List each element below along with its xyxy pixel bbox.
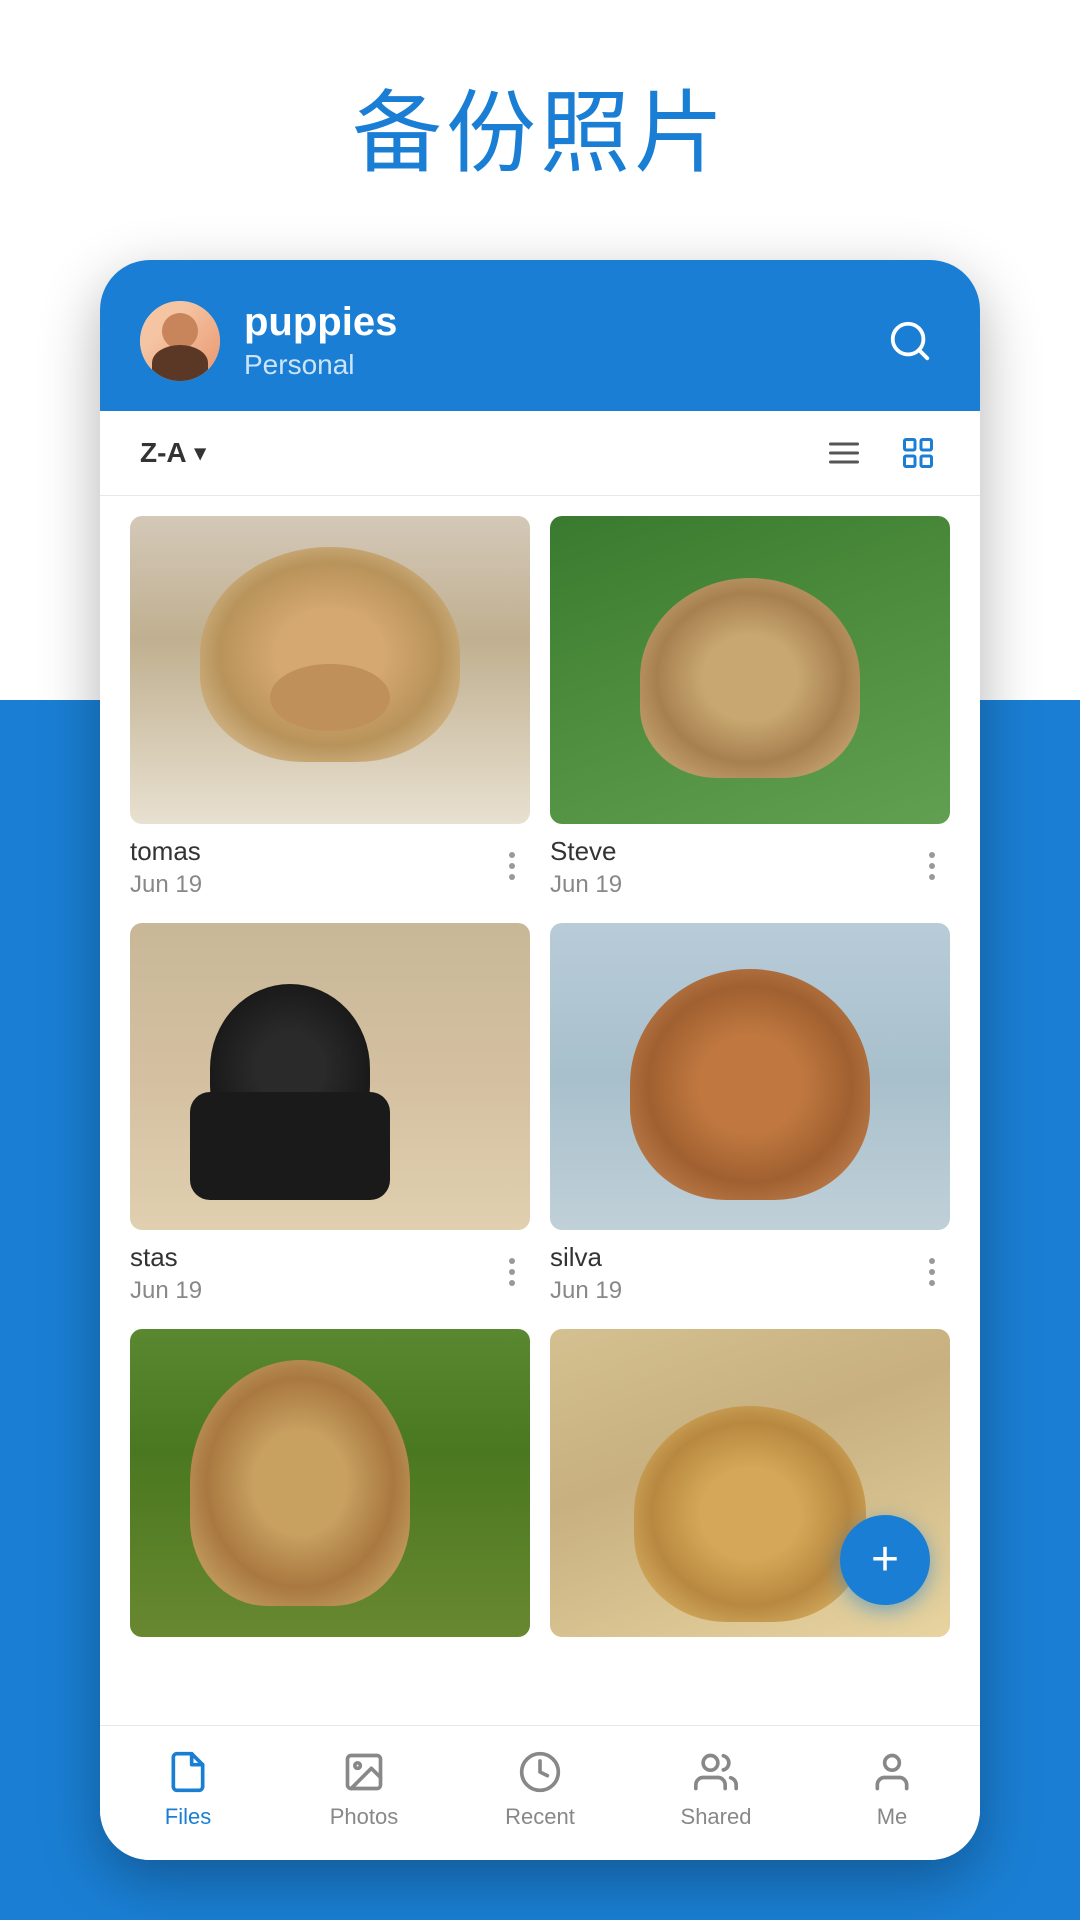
sort-selector[interactable]: Z-A ▾: [140, 437, 206, 469]
list-view-button[interactable]: [822, 431, 866, 475]
file-name: Steve: [550, 836, 914, 867]
file-meta: tomas Jun 19: [130, 824, 530, 903]
search-button[interactable]: [880, 311, 940, 371]
list-item[interactable]: stas Jun 19: [130, 923, 530, 1310]
file-date: Jun 19: [130, 1277, 494, 1305]
file-date: Jun 19: [130, 871, 494, 899]
header-username: puppies: [244, 300, 880, 345]
file-meta: stas Jun 19: [130, 1230, 530, 1309]
me-icon: [866, 1746, 918, 1798]
shared-icon: [690, 1746, 742, 1798]
file-more-button[interactable]: [494, 836, 530, 896]
avatar[interactable]: [140, 301, 220, 381]
chevron-down-icon: ▾: [195, 440, 206, 466]
header-info: puppies Personal: [244, 300, 880, 381]
file-meta: silva Jun 19: [550, 1230, 950, 1309]
nav-item-me[interactable]: Me: [804, 1736, 980, 1840]
file-thumbnail: [550, 516, 950, 824]
file-date: Jun 19: [550, 871, 914, 899]
file-thumbnail: [130, 1329, 530, 1637]
nav-label-recent: Recent: [505, 1804, 575, 1830]
nav-label-photos: Photos: [330, 1804, 399, 1830]
add-file-button[interactable]: +: [840, 1515, 930, 1605]
page-title-area: 备份照片: [0, 60, 1080, 190]
view-toggle: [822, 431, 940, 475]
list-item[interactable]: tomas Jun 19: [130, 516, 530, 903]
more-options-icon: [929, 852, 935, 880]
more-options-icon: [929, 1258, 935, 1286]
file-more-button[interactable]: [914, 836, 950, 896]
nav-item-photos[interactable]: Photos: [276, 1736, 452, 1840]
files-icon: [162, 1746, 214, 1798]
nav-item-recent[interactable]: Recent: [452, 1736, 628, 1840]
list-item[interactable]: [130, 1329, 530, 1637]
nav-label-shared: Shared: [681, 1804, 752, 1830]
file-more-button[interactable]: [914, 1242, 950, 1302]
sort-bar: Z-A ▾: [100, 411, 980, 496]
file-date: Jun 19: [550, 1277, 914, 1305]
recent-icon: [514, 1746, 566, 1798]
file-name: tomas: [130, 836, 494, 867]
header-account-type: Personal: [244, 349, 880, 381]
bottom-navigation: Files Photos Recent: [100, 1725, 980, 1860]
more-options-icon: [509, 852, 515, 880]
sort-value: Z-A: [140, 437, 187, 469]
photos-icon: [338, 1746, 390, 1798]
file-meta: Steve Jun 19: [550, 824, 950, 903]
grid-view-button[interactable]: [896, 431, 940, 475]
list-item[interactable]: Steve Jun 19: [550, 516, 950, 903]
list-item[interactable]: silva Jun 19: [550, 923, 950, 1310]
more-options-icon: [509, 1258, 515, 1286]
page-title: 备份照片: [0, 60, 1080, 190]
nav-label-files: Files: [165, 1804, 211, 1830]
app-header: puppies Personal: [100, 260, 980, 411]
file-name: stas: [130, 1242, 494, 1273]
file-thumbnail: [550, 923, 950, 1231]
nav-item-shared[interactable]: Shared: [628, 1736, 804, 1840]
phone-frame: puppies Personal Z-A ▾: [100, 260, 980, 1860]
file-name: silva: [550, 1242, 914, 1273]
file-thumbnail: [130, 923, 530, 1231]
files-grid: tomas Jun 19 Steve Jun 19: [100, 496, 980, 1725]
file-more-button[interactable]: [494, 1242, 530, 1302]
file-thumbnail: [130, 516, 530, 824]
nav-label-me: Me: [877, 1804, 908, 1830]
add-icon: +: [871, 1536, 899, 1584]
nav-item-files[interactable]: Files: [100, 1736, 276, 1840]
